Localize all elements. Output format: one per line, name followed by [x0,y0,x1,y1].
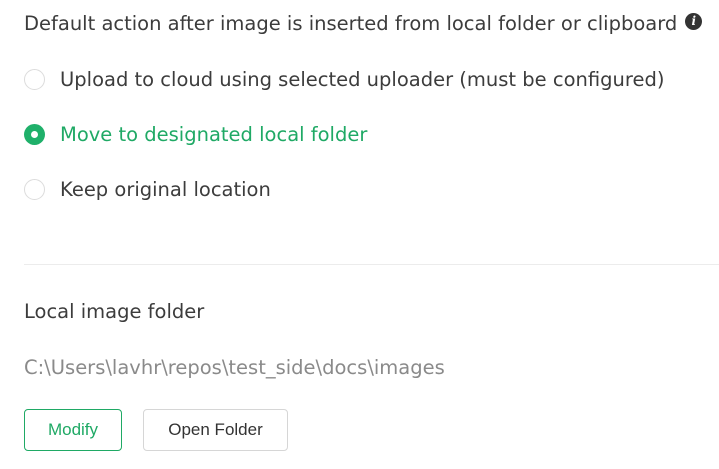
radio-option-keep-original-location[interactable]: Keep original location [24,178,271,201]
radio-button-selected-icon[interactable] [24,124,45,145]
radio-button-icon[interactable] [24,179,45,200]
radio-button-icon[interactable] [24,69,45,90]
radio-option-upload-to-cloud[interactable]: Upload to cloud using selected uploader … [24,68,664,91]
open-folder-button[interactable]: Open Folder [143,409,288,451]
radio-option-label: Upload to cloud using selected uploader … [60,68,665,91]
radio-option-label: Keep original location [60,178,271,201]
image-action-heading: Default action after image is inserted f… [24,12,703,35]
image-action-title: Default action after image is inserted f… [24,12,678,35]
info-icon[interactable]: i [685,13,703,30]
local-image-folder-title: Local image folder [24,300,205,323]
radio-option-move-to-local-folder[interactable]: Move to designated local folder [24,123,367,146]
section-divider [24,264,719,265]
modify-button[interactable]: Modify [24,409,122,451]
image-settings-panel: Default action after image is inserted f… [0,0,719,469]
local-image-folder-path: C:\Users\lavhr\repos\test_side\docs\imag… [24,356,445,379]
radio-option-label: Move to designated local folder [60,123,368,146]
